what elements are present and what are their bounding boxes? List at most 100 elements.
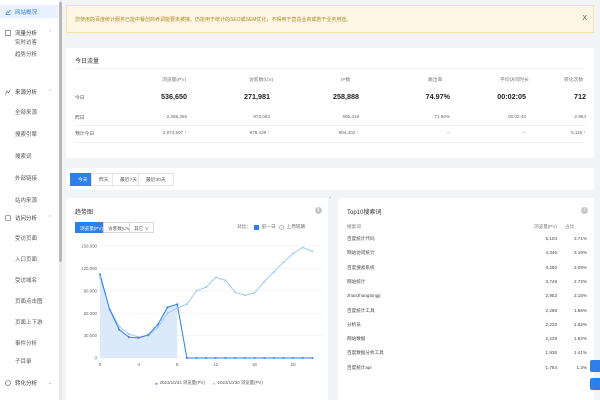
today-uv: 271,981 xyxy=(244,92,270,101)
search-term[interactable]: 百度数据分析工具 xyxy=(347,350,384,356)
compare-last-week-radio[interactable] xyxy=(278,224,284,230)
series-2-point xyxy=(301,246,304,249)
today-duration: 00:02:05 xyxy=(497,92,526,101)
compare-prev-day-checkbox[interactable] xyxy=(253,224,259,230)
ratio-value: 1.66% xyxy=(573,307,587,313)
sidebar-item-page-flow[interactable]: 页面上下游 xyxy=(15,318,43,328)
source-icon xyxy=(5,88,11,95)
search-term[interactable]: 百度搜索系统 xyxy=(347,265,375,271)
series-1-point xyxy=(224,357,227,359)
sidebar-item-visited-domains[interactable]: 受访域名 xyxy=(15,276,37,286)
sidebar-item-realtime[interactable]: 实时访客 xyxy=(15,38,37,48)
tab-last-30-days[interactable]: 最近30天 xyxy=(138,173,174,186)
sidebar-section-traffic[interactable]: 流量分析 ⌃ xyxy=(0,27,58,38)
predicted-uv-value: 978,439 xyxy=(249,130,267,135)
x-tick-label: 16 xyxy=(252,362,258,367)
sidebar-item-entry-pages[interactable]: 入口页面 xyxy=(15,255,37,265)
table-row[interactable]: 网站访问统计 4,346 3.16% xyxy=(347,250,587,262)
compare-last-week-label: 上周同期 xyxy=(286,224,305,229)
time-range-tabs: 今天 昨天 最近7天 最近30天 xyxy=(66,168,594,190)
table-row[interactable]: 百度数据分析工具 1,936 1.41% xyxy=(347,350,587,362)
info-icon[interactable]: i xyxy=(581,207,588,214)
notice-banner: 您使用的百度统计服务已能中餐创商养调能要未被接。仍能用于统计的SEO或SEM优化… xyxy=(66,5,594,33)
trend-chart: 0 30,000 60,000 90,000 120,000 150,000 0 4 8 12 16… xyxy=(81,244,322,367)
x-tick-label: 0 xyxy=(99,362,102,367)
sidebar-section-conversion[interactable]: 转化分析 ⌄ xyxy=(0,377,58,388)
series-2-point xyxy=(214,276,217,279)
search-term[interactable]: 网站统计 xyxy=(347,279,365,285)
pv-value: 4,346 xyxy=(545,250,558,256)
sidebar-item-external-link[interactable]: 外部链接 xyxy=(15,174,37,184)
table-row[interactable]: zhanzhangtongji 2,953 2.15% xyxy=(347,293,587,305)
sidebar-section-source[interactable]: 来源分析 ⌃ xyxy=(0,86,58,97)
predicted-bounce: -- xyxy=(446,130,450,135)
search-term[interactable]: 百度统计api xyxy=(347,365,372,371)
panel-title: 趋势图 xyxy=(75,210,94,216)
series-1-point xyxy=(214,357,217,359)
sidebar-item-search-term[interactable]: 搜索词 xyxy=(15,152,32,162)
predicted-uv: 978,439 ↑ xyxy=(250,130,270,136)
close-icon[interactable]: X xyxy=(582,15,587,22)
today-traffic-panel: 今日流量 浏览量(PV) 访客数(UV) IP数 跳出率 平均访问时长 转化次数… xyxy=(66,48,594,200)
row-label-yesterday: 昨日 xyxy=(75,116,85,121)
series-1-point xyxy=(185,357,188,359)
sidebar-item-events[interactable]: 事件分析 xyxy=(15,339,37,349)
compare-prev-day-label: 前一日 xyxy=(261,224,276,229)
x-tick-label: 12 xyxy=(213,362,219,367)
table-row[interactable]: 网站统计 3,748 2.72% xyxy=(347,279,587,291)
info-icon[interactable]: i xyxy=(315,207,322,214)
series-1-point xyxy=(292,357,295,359)
sidebar-scrollbar-thumb[interactable] xyxy=(59,2,62,262)
search-term[interactable]: zhanzhangtongji xyxy=(347,293,380,298)
table-row[interactable]: 百度统计工具 2,288 1.66% xyxy=(347,308,587,320)
sidebar-item-visited-pages[interactable]: 受访页面 xyxy=(15,234,37,244)
series-1-point xyxy=(147,333,150,336)
chevron-up-icon: ⌃ xyxy=(47,29,52,36)
divider xyxy=(75,125,585,126)
series-2-point xyxy=(224,279,227,282)
sidebar-item-all-sources[interactable]: 全部来源 xyxy=(15,108,37,118)
table-row[interactable]: 百度统计代码 5,104 3.71% xyxy=(347,236,587,248)
sidebar-item-subdirectory[interactable]: 子目录 xyxy=(15,357,32,367)
search-term[interactable]: 网站访问统计 xyxy=(347,250,375,256)
search-term[interactable]: 分析员 xyxy=(347,322,361,328)
ratio-value: 2.15% xyxy=(573,293,587,299)
ratio-value: 1.3% xyxy=(576,364,587,370)
help-button[interactable] xyxy=(590,378,600,390)
yesterday-pv: 2,388,356 xyxy=(166,114,187,119)
series-2-point xyxy=(185,303,188,306)
series-2-point xyxy=(127,333,130,336)
table-row[interactable]: 百度统计api 1,784 1.3% xyxy=(347,365,587,377)
ratio-value: 1.41% xyxy=(573,350,587,356)
visit-icon xyxy=(5,214,11,221)
col-header-pv: 浏览量(PV) xyxy=(162,78,186,83)
sidebar-item-overview[interactable]: 网站概况 xyxy=(0,5,58,18)
app: 网站概况 流量分析 ⌃ 实时访客 趋势分析 来源分析 ⌃ 全部来源 搜索引擎 搜… xyxy=(0,0,600,400)
metric-select-other[interactable]: 其它 ∨ xyxy=(129,222,155,233)
sidebar-item-trend[interactable]: 趋势分析 xyxy=(15,50,37,60)
col-header-conversion: 转化次数 xyxy=(564,78,584,83)
series-1-point xyxy=(243,357,246,359)
series-1-point xyxy=(127,336,130,339)
search-term[interactable]: 百度统计代码 xyxy=(347,236,375,242)
search-term[interactable]: 百度统计工具 xyxy=(347,308,375,314)
pv-value: 4,250 xyxy=(545,264,558,270)
table-row[interactable]: 百度搜索系统 4,250 3.09% xyxy=(347,265,587,277)
series-1-point xyxy=(234,357,237,359)
legend-series-2: ● 2023/10/30 浏览量(PV) xyxy=(213,380,263,386)
feedback-button[interactable] xyxy=(590,360,600,372)
sidebar-section-visit[interactable]: 访问分析 ⌃ xyxy=(0,212,58,223)
compare-options: 对比： 前一日 上周同期 xyxy=(237,224,305,230)
sidebar-item-click-map[interactable]: 页面点击图 xyxy=(15,297,43,307)
table-row[interactable]: 网站数据 2,229 1.62% xyxy=(347,336,587,348)
series-2-point xyxy=(166,312,169,315)
series-1-point xyxy=(253,357,256,359)
sidebar-item-internal-source[interactable]: 站内来源 xyxy=(15,196,37,206)
legend-marker: ● xyxy=(155,380,158,386)
table-row[interactable]: 分析员 2,233 1.62% xyxy=(347,322,587,334)
series-2-point xyxy=(292,252,295,255)
legend-marker: ● xyxy=(213,380,216,386)
sidebar-section-label: 流量分析 xyxy=(15,30,38,37)
sidebar-item-search-engine[interactable]: 搜索引擎 xyxy=(15,130,37,140)
search-term[interactable]: 网站数据 xyxy=(347,336,365,342)
